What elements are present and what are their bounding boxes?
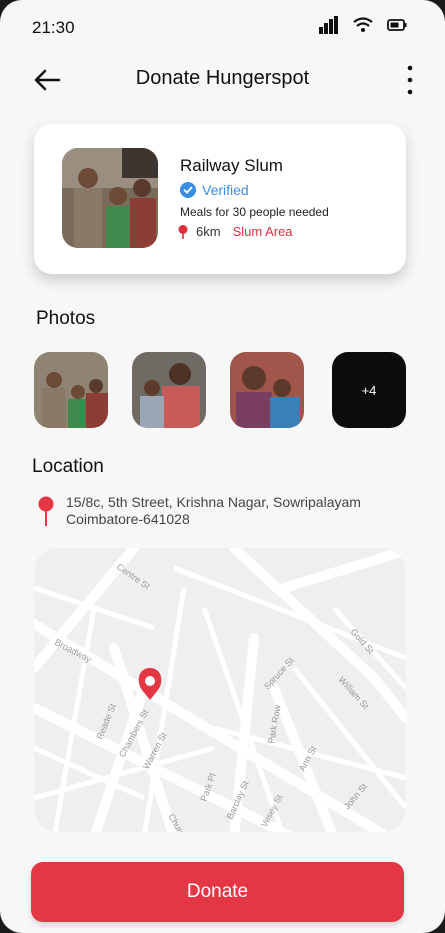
verified-badge: Verified bbox=[180, 182, 249, 198]
phone-screen: 21:30 Donate Hungerspot Railway Slum Ver… bbox=[0, 0, 445, 933]
address-text: 15/8c, 5th Street, Krishna Nagar, Sowrip… bbox=[66, 494, 361, 528]
hungerspot-card[interactable]: Railway Slum Verified Meals for 30 peopl… bbox=[34, 124, 406, 274]
more-photos-count: +4 bbox=[361, 382, 377, 398]
location-map[interactable]: Centre St Broadway Reade St Chambers St … bbox=[34, 548, 406, 832]
location-pin-icon bbox=[178, 224, 188, 239]
header: Donate Hungerspot bbox=[0, 60, 445, 100]
status-bar: 21:30 bbox=[0, 0, 445, 56]
donate-button[interactable]: Donate bbox=[31, 862, 404, 922]
wifi-icon bbox=[353, 17, 373, 32]
address-line-1: 15/8c, 5th Street, Krishna Nagar, Sowrip… bbox=[66, 494, 361, 510]
spot-name: Railway Slum bbox=[180, 156, 283, 175]
verified-check-icon bbox=[180, 182, 196, 198]
page-title: Donate Hungerspot bbox=[135, 67, 310, 89]
distance-row: 6km Slum Area bbox=[178, 224, 293, 239]
status-time: 21:30 bbox=[32, 18, 75, 37]
photos-heading: Photos bbox=[36, 308, 96, 329]
status-icons bbox=[319, 16, 407, 34]
signal-icon bbox=[319, 16, 338, 34]
area-type: Slum Area bbox=[232, 224, 293, 239]
photo-thumbnail[interactable] bbox=[132, 352, 206, 428]
photo-thumbnail[interactable] bbox=[230, 352, 304, 428]
location-heading: Location bbox=[32, 456, 104, 477]
meal-need: Meals for 30 people needed bbox=[180, 205, 329, 219]
photo-thumbnail[interactable] bbox=[34, 352, 108, 428]
map-pin-icon bbox=[38, 496, 54, 526]
verified-label: Verified bbox=[202, 182, 249, 198]
battery-icon bbox=[387, 19, 407, 31]
address-line-2: Coimbatore-641028 bbox=[66, 511, 190, 527]
more-options-icon[interactable] bbox=[405, 64, 415, 96]
spot-photo bbox=[62, 148, 158, 248]
more-photos-button[interactable]: +4 bbox=[332, 352, 406, 428]
distance-value: 6km bbox=[196, 224, 221, 239]
